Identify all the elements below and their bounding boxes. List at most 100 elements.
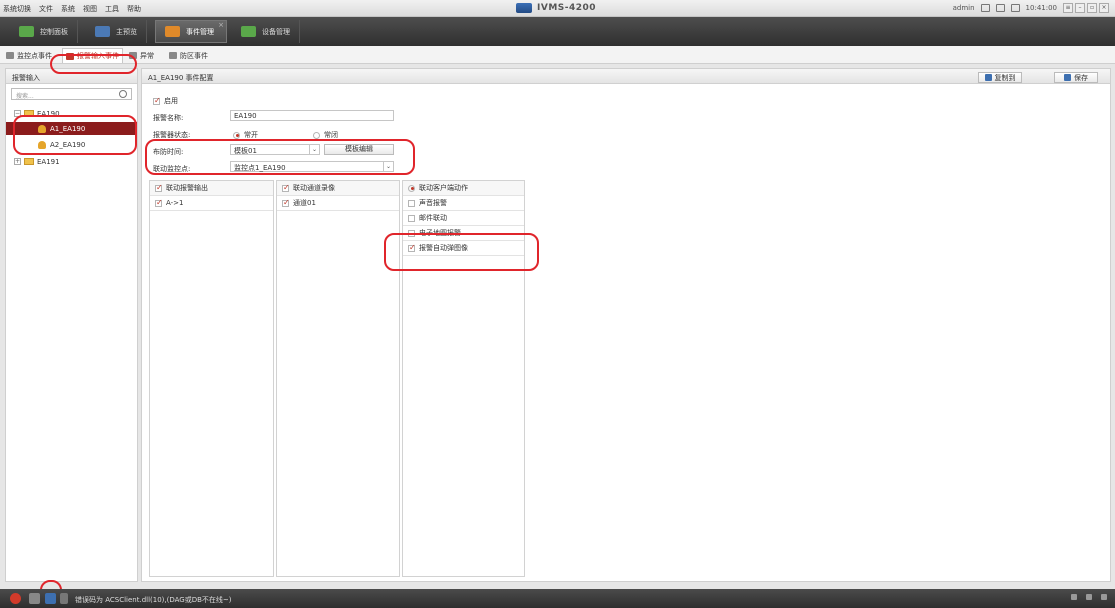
enable-row[interactable]: 启用 xyxy=(153,96,178,106)
list-item[interactable]: A->1 xyxy=(150,196,273,211)
item-label: 报警自动弹图像 xyxy=(419,244,468,252)
list-item[interactable]: 邮件联动 xyxy=(403,211,524,226)
alarm-name-label: 报警名称: xyxy=(153,114,184,122)
tab-main-preview[interactable]: 主预览 xyxy=(86,20,147,43)
sound-icon[interactable] xyxy=(29,593,40,604)
list-item[interactable]: 电子地图报警 xyxy=(403,226,524,241)
subtab-label: 报警输入事件 xyxy=(77,52,119,60)
tab-close-icon[interactable]: × xyxy=(218,21,224,29)
tab-label: 控制面板 xyxy=(40,27,68,36)
list-item[interactable]: 声音报警 xyxy=(403,196,524,211)
expand-icon[interactable] xyxy=(60,593,68,604)
status-label: 报警器状态: xyxy=(153,131,191,139)
linked-camera-select[interactable]: 监控点1_EA190 ⌄ xyxy=(230,161,394,172)
config-header: A1_EA190 事件配置 复制到 保存 xyxy=(142,69,1110,84)
copy-icon xyxy=(984,74,992,81)
status-normally-closed[interactable]: 常闭 xyxy=(313,130,338,140)
collapse-icon[interactable]: − xyxy=(14,110,21,117)
menu-system[interactable]: 系统 xyxy=(61,4,75,14)
channel-record-checkbox[interactable] xyxy=(282,183,290,192)
normally-closed-radio[interactable] xyxy=(313,131,320,139)
column-header[interactable]: 联动报警输出 xyxy=(150,181,273,196)
alarm-output-checkbox[interactable] xyxy=(155,183,163,192)
column-header-label: 联动客户端动作 xyxy=(419,184,468,192)
radio-label: 常开 xyxy=(244,131,258,139)
list-item[interactable]: 报警自动弹图像 xyxy=(403,241,524,256)
menu-help[interactable]: 帮助 xyxy=(127,4,141,14)
restore-icon[interactable] xyxy=(1086,594,1092,600)
subtab-exception[interactable]: 异常 xyxy=(126,48,157,63)
status-normally-open[interactable]: 常开 xyxy=(233,130,258,140)
channel-record-column: 联动通道录像 通道01 xyxy=(276,180,400,577)
module-tab-bar: 控制面板 主预览 事件管理 × 设备管理 xyxy=(0,17,1115,46)
item-checkbox[interactable] xyxy=(408,243,416,252)
minimize-icon[interactable]: – xyxy=(1075,3,1085,13)
item-checkbox[interactable] xyxy=(408,199,415,207)
item-label: 邮件联动 xyxy=(419,214,447,222)
item-checkbox[interactable] xyxy=(408,229,415,237)
tree-node-ea191[interactable]: + EA191 xyxy=(6,155,137,168)
menu-system-switch[interactable]: 系统切换 xyxy=(3,4,31,14)
tree-label: A1_EA190 xyxy=(50,124,86,133)
subtab-label: 监控点事件 xyxy=(17,51,52,60)
preview-icon xyxy=(95,26,110,37)
pin-icon[interactable] xyxy=(1071,594,1077,600)
alarm-icon[interactable] xyxy=(10,593,21,604)
alarm-name-input[interactable]: EA190 xyxy=(230,110,394,121)
tab-control-panel[interactable]: 控制面板 xyxy=(10,20,78,43)
item-checkbox[interactable] xyxy=(155,198,163,207)
tab-label: 设备管理 xyxy=(262,27,290,36)
chevron-down-icon[interactable]: ⌄ xyxy=(309,145,319,154)
menu-tools[interactable]: 工具 xyxy=(105,4,119,14)
chevron-down-icon[interactable]: ⌄ xyxy=(383,162,393,171)
subtab-zone-event[interactable]: 防区事件 xyxy=(166,48,211,63)
search-input[interactable]: 搜索... xyxy=(11,88,132,100)
expand-icon[interactable]: + xyxy=(14,158,21,165)
subtab-label: 异常 xyxy=(140,51,154,60)
window-controls: ≡ – ▫ × xyxy=(1063,3,1109,13)
button-label: 保存 xyxy=(1074,73,1088,82)
item-label: 通道01 xyxy=(293,199,316,207)
linked-camera-label: 联动监控点: xyxy=(153,165,191,173)
status-bar: 错误码为 ACSClient.dll(10),(DAG或DB不在线~) xyxy=(0,589,1115,608)
alarm-input-icon xyxy=(38,124,46,133)
subtab-camera-event[interactable]: 监控点事件 xyxy=(3,48,55,63)
copy-to-button[interactable]: 复制到 xyxy=(978,72,1022,83)
lock-icon[interactable] xyxy=(980,4,990,12)
item-label: A->1 xyxy=(166,199,184,207)
alarm-input-icon xyxy=(66,52,74,60)
enable-checkbox[interactable] xyxy=(153,96,161,105)
menu-view[interactable]: 视图 xyxy=(83,4,97,14)
tree-node-a1-ea190[interactable]: A1_EA190 xyxy=(6,122,137,135)
template-edit-button[interactable]: 模板编辑 xyxy=(324,144,394,155)
normally-open-radio[interactable] xyxy=(233,131,240,139)
window-menu-icon[interactable]: ≡ xyxy=(1063,3,1073,13)
event-list-icon[interactable] xyxy=(45,593,56,604)
alarm-input-icon xyxy=(38,140,46,149)
monitor-icon[interactable] xyxy=(995,4,1005,12)
menu-icon[interactable] xyxy=(1101,594,1107,600)
tree-node-a2-ea190[interactable]: A2_EA190 xyxy=(6,138,137,151)
app-title: IVMS-4200 xyxy=(516,3,596,13)
tab-event-management[interactable]: 事件管理 × xyxy=(155,20,227,43)
event-subtab-bar: 监控点事件 报警输入事件 异常 防区事件 xyxy=(0,46,1115,64)
control-panel-icon xyxy=(19,26,34,37)
search-icon[interactable] xyxy=(119,90,127,98)
restore-icon[interactable]: ▫ xyxy=(1087,3,1097,13)
item-checkbox[interactable] xyxy=(282,198,290,207)
list-item[interactable]: 通道01 xyxy=(277,196,399,211)
column-header[interactable]: 联动客户端动作 xyxy=(403,181,524,196)
tree-node-ea190[interactable]: − EA190 xyxy=(6,107,137,120)
subtab-alarm-input-event[interactable]: 报警输入事件 xyxy=(62,48,123,63)
menu-file[interactable]: 文件 xyxy=(39,4,53,14)
close-icon[interactable]: × xyxy=(1099,3,1109,13)
tree-label: EA191 xyxy=(37,157,60,166)
column-header[interactable]: 联动通道录像 xyxy=(277,181,399,196)
client-action-indicator[interactable] xyxy=(408,184,415,192)
tab-device-management[interactable]: 设备管理 xyxy=(232,20,300,43)
item-checkbox[interactable] xyxy=(408,214,415,222)
screen-icon[interactable] xyxy=(1010,4,1020,12)
schedule-select[interactable]: 模板01 ⌄ xyxy=(230,144,320,155)
user-name[interactable]: admin xyxy=(953,4,975,12)
save-button[interactable]: 保存 xyxy=(1054,72,1098,83)
